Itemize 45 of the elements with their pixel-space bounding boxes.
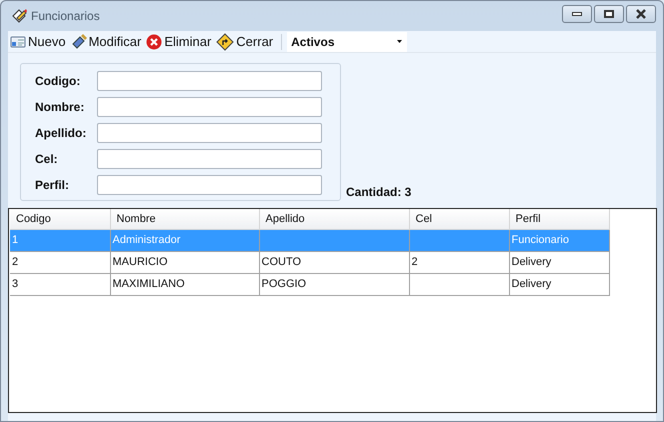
column-header[interactable]: Nombre xyxy=(110,209,259,229)
table-cell: COUTO xyxy=(259,251,409,273)
column-header[interactable]: Codigo xyxy=(10,209,110,229)
table-row[interactable]: 3 MAXIMILIANO POGGIO Delivery xyxy=(10,273,609,295)
status-dropdown[interactable]: Activos xyxy=(287,32,408,52)
brush-icon xyxy=(70,34,87,50)
input-field[interactable] xyxy=(97,97,322,117)
maximize-button[interactable] xyxy=(594,5,624,23)
field-label: Nombre: xyxy=(35,99,86,116)
delete-icon xyxy=(146,34,162,50)
table-cell: 1 xyxy=(10,229,110,251)
table-row[interactable]: 2 MAURICIO COUTO 2 Delivery xyxy=(10,251,609,273)
input-field[interactable] xyxy=(97,149,322,169)
table-cell: 3 xyxy=(10,273,110,295)
close-button[interactable] xyxy=(626,5,656,23)
field-label: Cel: xyxy=(35,151,59,168)
table-cell: 2 xyxy=(10,251,110,273)
table-cell: Delivery xyxy=(509,273,609,295)
field-label: Perfil: xyxy=(35,177,70,194)
field-label: Codigo: xyxy=(35,73,82,90)
field-label: Apellido: xyxy=(35,125,88,142)
window-title: Funcionarios xyxy=(31,8,100,25)
count-label: Cantidad: 3 xyxy=(346,184,412,201)
toolbar-button[interactable]: Cerrar xyxy=(216,32,274,52)
toolbar-button[interactable]: Nuevo xyxy=(10,32,66,52)
dropdown-arrow-icon xyxy=(397,40,402,43)
table-cell: Administrador xyxy=(110,229,259,251)
column-header[interactable]: Apellido xyxy=(259,209,409,229)
sign-icon xyxy=(216,32,234,50)
column-header[interactable]: Cel xyxy=(409,209,509,229)
minimize-button[interactable] xyxy=(562,5,592,23)
column-header[interactable]: Perfil xyxy=(509,209,609,229)
table-cell: POGGIO xyxy=(259,273,409,295)
table-cell: Funcionario xyxy=(509,229,609,251)
input-field[interactable] xyxy=(97,123,322,143)
toolbar-button[interactable]: Eliminar xyxy=(146,32,212,52)
input-field[interactable] xyxy=(97,71,322,91)
table-cell: MAXIMILIANO xyxy=(110,273,259,295)
table-cell: 2 xyxy=(409,251,509,273)
pencil-note-icon xyxy=(11,8,27,24)
close-icon xyxy=(635,9,647,19)
input-field[interactable] xyxy=(97,175,322,195)
table-cell: MAURICIO xyxy=(110,251,259,273)
toolbar-button[interactable]: Modificar xyxy=(70,32,142,52)
table-cell: Delivery xyxy=(509,251,609,273)
